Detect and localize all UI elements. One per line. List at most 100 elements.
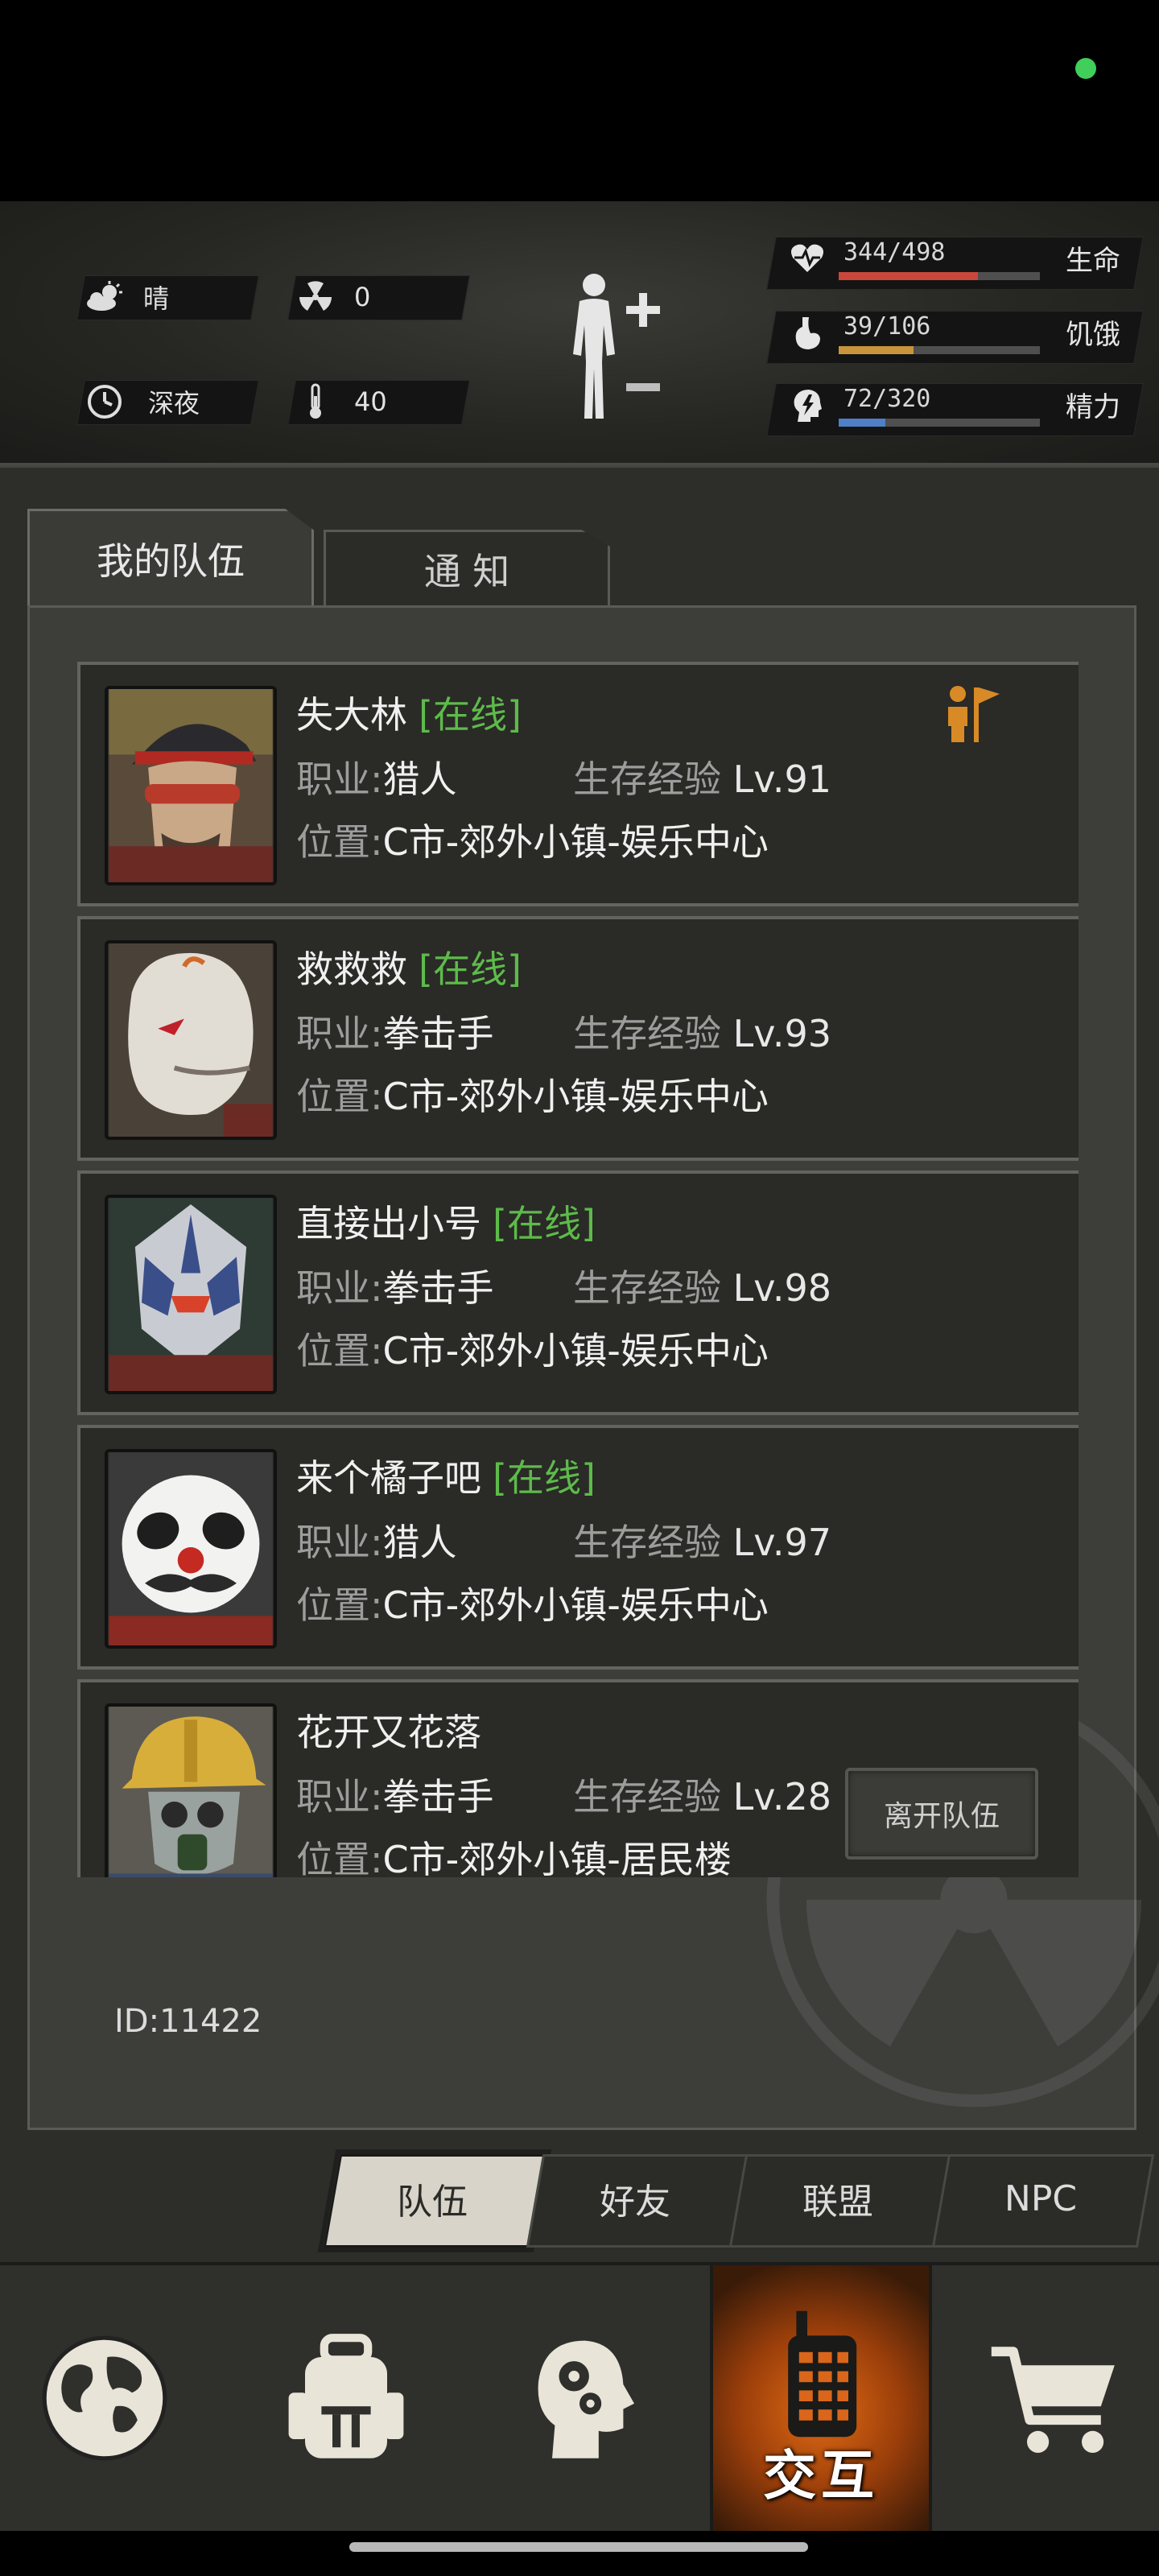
user-id: ID:11422 bbox=[114, 2003, 262, 2040]
member-job-line: 职业:拳击手 bbox=[296, 1768, 494, 1821]
member-location: C市-郊外小镇-居民楼 bbox=[382, 1838, 732, 1877]
member-location: C市-郊外小镇-娱乐中心 bbox=[382, 820, 769, 864]
member-job: 拳击手 bbox=[382, 1012, 494, 1055]
member-exp-line: 生存经验 Lv.98 bbox=[573, 1259, 831, 1312]
bottom-nav: 交互 bbox=[0, 2262, 1159, 2531]
skills-head-icon bbox=[538, 2340, 634, 2458]
member-list[interactable]: 失大林 [在线] 职业:猎人 生存经验 Lv.91 位置:C市-郊外小镇-娱乐中心 救救救… bbox=[77, 662, 1079, 1877]
stat-1[interactable]: 39/106 饥饿 bbox=[766, 306, 1144, 364]
stat-label: 精力 bbox=[1066, 391, 1120, 423]
weather-text: 晴 bbox=[143, 283, 170, 314]
team-leader-flag-icon bbox=[948, 686, 1000, 742]
member-name-line: 花开又花落 bbox=[296, 1703, 493, 1757]
backpack-icon bbox=[288, 2334, 404, 2458]
social-subtabs: 队伍 好友 联盟 NPC bbox=[314, 2149, 1155, 2252]
member-name-line: 救救救 [在线] bbox=[296, 940, 522, 993]
stomach-icon bbox=[787, 316, 827, 356]
member-location-line: 位置:C市-郊外小镇-居民楼 bbox=[296, 1831, 732, 1877]
member-location-label: 位置: bbox=[296, 1075, 383, 1118]
member-avatar[interactable] bbox=[105, 940, 277, 1140]
nav-world-button[interactable] bbox=[0, 2265, 209, 2531]
member-exp-line: 生存经验 Lv.91 bbox=[573, 750, 831, 803]
member-exp-label: 生存经验 bbox=[573, 1012, 721, 1055]
stat-value: 72/320 bbox=[843, 385, 931, 413]
member-level: Lv.28 bbox=[732, 1775, 832, 1818]
member-name: 救救救 bbox=[296, 947, 407, 991]
cart-icon bbox=[991, 2347, 1115, 2453]
tab-notice[interactable]: 通 知 bbox=[324, 530, 610, 606]
member-card[interactable]: 直接出小号 [在线] 职业:拳击手 生存经验 Lv.98 位置:C市-郊外小镇-娱乐中心 bbox=[77, 1170, 1079, 1415]
member-avatar[interactable] bbox=[105, 1449, 277, 1649]
tab-my-team[interactable]: 我的队伍 bbox=[27, 509, 314, 606]
member-location-label: 位置: bbox=[296, 1583, 383, 1627]
partly-cloudy-icon bbox=[80, 281, 129, 313]
member-job-line: 职业:猎人 bbox=[296, 1513, 457, 1567]
member-exp-line: 生存经验 Lv.28 bbox=[573, 1768, 831, 1821]
member-location: C市-郊外小镇-娱乐中心 bbox=[382, 1329, 769, 1373]
nav-interact-button[interactable]: 交互 bbox=[710, 2265, 932, 2531]
temperature-value: 40 bbox=[354, 386, 387, 417]
member-location-line: 位置:C市-郊外小镇-娱乐中心 bbox=[296, 1067, 769, 1121]
member-online-status: [在线] bbox=[419, 947, 522, 991]
leave-team-button[interactable]: 离开队伍 bbox=[845, 1768, 1038, 1860]
member-job-label: 职业: bbox=[296, 1266, 383, 1310]
member-avatar[interactable] bbox=[105, 1703, 277, 1877]
subtab-team-label: 队伍 bbox=[397, 2182, 468, 2223]
member-card[interactable]: 来个橘子吧 [在线] 职业:猎人 生存经验 Lv.97 位置:C市-郊外小镇-娱乐中心 bbox=[77, 1425, 1079, 1670]
member-name-line: 来个橘子吧 [在线] bbox=[296, 1449, 596, 1502]
subtab-npc-label: NPC bbox=[1004, 2178, 1078, 2219]
member-job: 猎人 bbox=[382, 1521, 457, 1564]
member-level: Lv.93 bbox=[732, 1012, 832, 1055]
member-card[interactable]: 救救救 [在线] 职业:拳击手 生存经验 Lv.93 位置:C市-郊外小镇-娱乐中心 bbox=[77, 916, 1079, 1161]
member-location-label: 位置: bbox=[296, 820, 383, 864]
member-job-line: 职业:猎人 bbox=[296, 750, 457, 803]
member-online-status: [在线] bbox=[419, 693, 522, 737]
subtab-friends-label: 好友 bbox=[600, 2182, 670, 2223]
member-card[interactable]: 花开又花落 职业:拳击手 生存经验 Lv.28 位置:C市-郊外小镇-居民楼 离开队伍 bbox=[77, 1679, 1079, 1877]
member-online-status: [在线] bbox=[493, 1456, 596, 1500]
member-job: 拳击手 bbox=[382, 1775, 494, 1818]
nav-backpack-button[interactable] bbox=[241, 2265, 451, 2531]
stat-bar-fill bbox=[839, 419, 885, 427]
heart-pulse-icon bbox=[787, 242, 827, 282]
stat-bar-fill bbox=[839, 346, 914, 354]
clock-icon bbox=[80, 384, 129, 419]
stat-2[interactable]: 72/320 精力 bbox=[766, 378, 1144, 436]
stat-label: 生命 bbox=[1066, 245, 1120, 277]
member-job-label: 职业: bbox=[296, 758, 383, 801]
member-job-line: 职业:拳击手 bbox=[296, 1259, 494, 1312]
home-indicator bbox=[349, 2542, 808, 2552]
stat-bar bbox=[839, 346, 1040, 354]
member-location-line: 位置:C市-郊外小镇-娱乐中心 bbox=[296, 1322, 769, 1375]
member-job-label: 职业: bbox=[296, 1521, 383, 1564]
thermometer-icon bbox=[291, 383, 340, 420]
stat-bar bbox=[839, 419, 1040, 427]
stat-bar-fill bbox=[839, 272, 978, 280]
body-figure-icon bbox=[573, 274, 660, 419]
member-name: 直接出小号 bbox=[296, 1202, 481, 1245]
status-bar bbox=[0, 0, 1159, 201]
time-text: 深夜 bbox=[148, 388, 200, 419]
member-level: Lv.91 bbox=[732, 758, 832, 801]
radiation-value: 0 bbox=[354, 282, 371, 312]
member-name-line: 直接出小号 [在线] bbox=[296, 1195, 596, 1248]
member-job-label: 职业: bbox=[296, 1012, 383, 1055]
member-location-label: 位置: bbox=[296, 1838, 383, 1877]
member-avatar[interactable] bbox=[105, 1195, 277, 1394]
member-card[interactable]: 失大林 [在线] 职业:猎人 生存经验 Lv.91 位置:C市-郊外小镇-娱乐中心 bbox=[77, 662, 1079, 906]
character-body-button[interactable] bbox=[555, 266, 676, 427]
member-exp-label: 生存经验 bbox=[573, 1775, 721, 1818]
stat-0[interactable]: 344/498 生命 bbox=[766, 232, 1144, 290]
member-job: 拳击手 bbox=[382, 1266, 494, 1310]
nav-shop-button[interactable] bbox=[950, 2265, 1159, 2531]
member-exp-line: 生存经验 Lv.93 bbox=[573, 1005, 831, 1058]
privacy-indicator-dot bbox=[1075, 58, 1096, 79]
member-location-line: 位置:C市-郊外小镇-娱乐中心 bbox=[296, 813, 769, 866]
nav-skills-button[interactable] bbox=[475, 2265, 684, 2531]
stat-value: 344/498 bbox=[843, 238, 946, 266]
member-avatar[interactable] bbox=[105, 686, 277, 886]
member-name-line: 失大林 [在线] bbox=[296, 686, 522, 739]
member-exp-label: 生存经验 bbox=[573, 1521, 721, 1564]
member-job-line: 职业:拳击手 bbox=[296, 1005, 494, 1058]
member-exp-label: 生存经验 bbox=[573, 758, 721, 801]
